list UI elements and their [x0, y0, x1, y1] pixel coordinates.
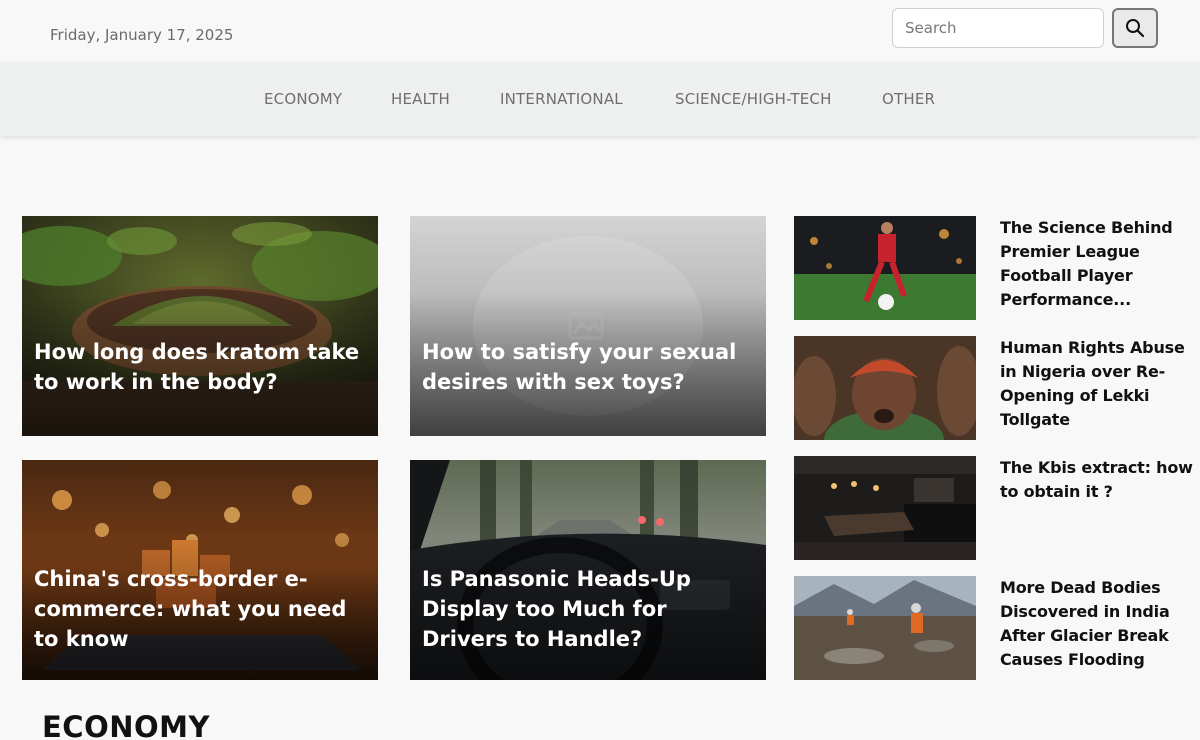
- sidebar-thumb: [794, 216, 976, 320]
- sidebar-thumb: [794, 336, 976, 440]
- nav-item-health[interactable]: HEALTH: [391, 90, 450, 108]
- sidebar-article-title: More Dead Bodies Discovered in India Aft…: [1000, 578, 1170, 669]
- featured-card-china-ecommerce[interactable]: China's cross-border e-commerce: what yo…: [22, 460, 378, 680]
- nav-item-economy[interactable]: ECONOMY: [264, 90, 342, 108]
- search-icon: [1126, 19, 1145, 38]
- search-button[interactable]: [1112, 8, 1158, 48]
- nav-item-other[interactable]: OTHER: [882, 90, 935, 108]
- sidebar-thumb: [794, 456, 976, 560]
- featured-card-title: How to satisfy your sexual desires with …: [422, 340, 737, 394]
- featured-card-sex-toys[interactable]: How to satisfy your sexual desires with …: [410, 216, 766, 436]
- sidebar-article-title: The Kbis extract: how to obtain it ?: [1000, 458, 1193, 501]
- economy-section-heading: ECONOMY: [42, 710, 211, 740]
- search-input[interactable]: [892, 8, 1104, 48]
- sidebar-thumb: [794, 576, 976, 680]
- sidebar-article-title: Human Rights Abuse in Nigeria over Re-Op…: [1000, 338, 1185, 429]
- sidebar-article-nigeria[interactable]: Human Rights Abuse in Nigeria over Re-Op…: [794, 336, 1200, 440]
- sidebar-article-india-flood[interactable]: More Dead Bodies Discovered in India Aft…: [794, 576, 1200, 680]
- nav-item-international[interactable]: INTERNATIONAL: [500, 90, 623, 108]
- current-date: Friday, January 17, 2025: [50, 26, 234, 44]
- featured-card-title: China's cross-border e-commerce: what yo…: [34, 567, 347, 651]
- featured-card-title: How long does kratom take to work in the…: [34, 340, 360, 394]
- featured-card-kratom[interactable]: How long does kratom take to work in the…: [22, 216, 378, 436]
- sidebar-article-kbis[interactable]: The Kbis extract: how to obtain it ?: [794, 456, 1200, 560]
- protester-image: [794, 336, 976, 440]
- main-nav: ECONOMY HEALTH INTERNATIONAL SCIENCE/HIG…: [0, 62, 1200, 136]
- sidebar-article-title: The Science Behind Premier League Footba…: [1000, 218, 1173, 309]
- rescue-workers-mud-image: [794, 576, 976, 680]
- nav-item-science-high-tech[interactable]: SCIENCE/HIGH-TECH: [675, 90, 832, 108]
- featured-card-title: Is Panasonic Heads-Up Display too Much f…: [422, 567, 691, 651]
- dark-kitchen-image: [794, 456, 976, 560]
- football-player-image: [794, 216, 976, 320]
- featured-card-panasonic-hud[interactable]: Is Panasonic Heads-Up Display too Much f…: [410, 460, 766, 680]
- top-bar: Friday, January 17, 2025: [0, 0, 1200, 62]
- sidebar-article-football[interactable]: The Science Behind Premier League Footba…: [794, 216, 1200, 320]
